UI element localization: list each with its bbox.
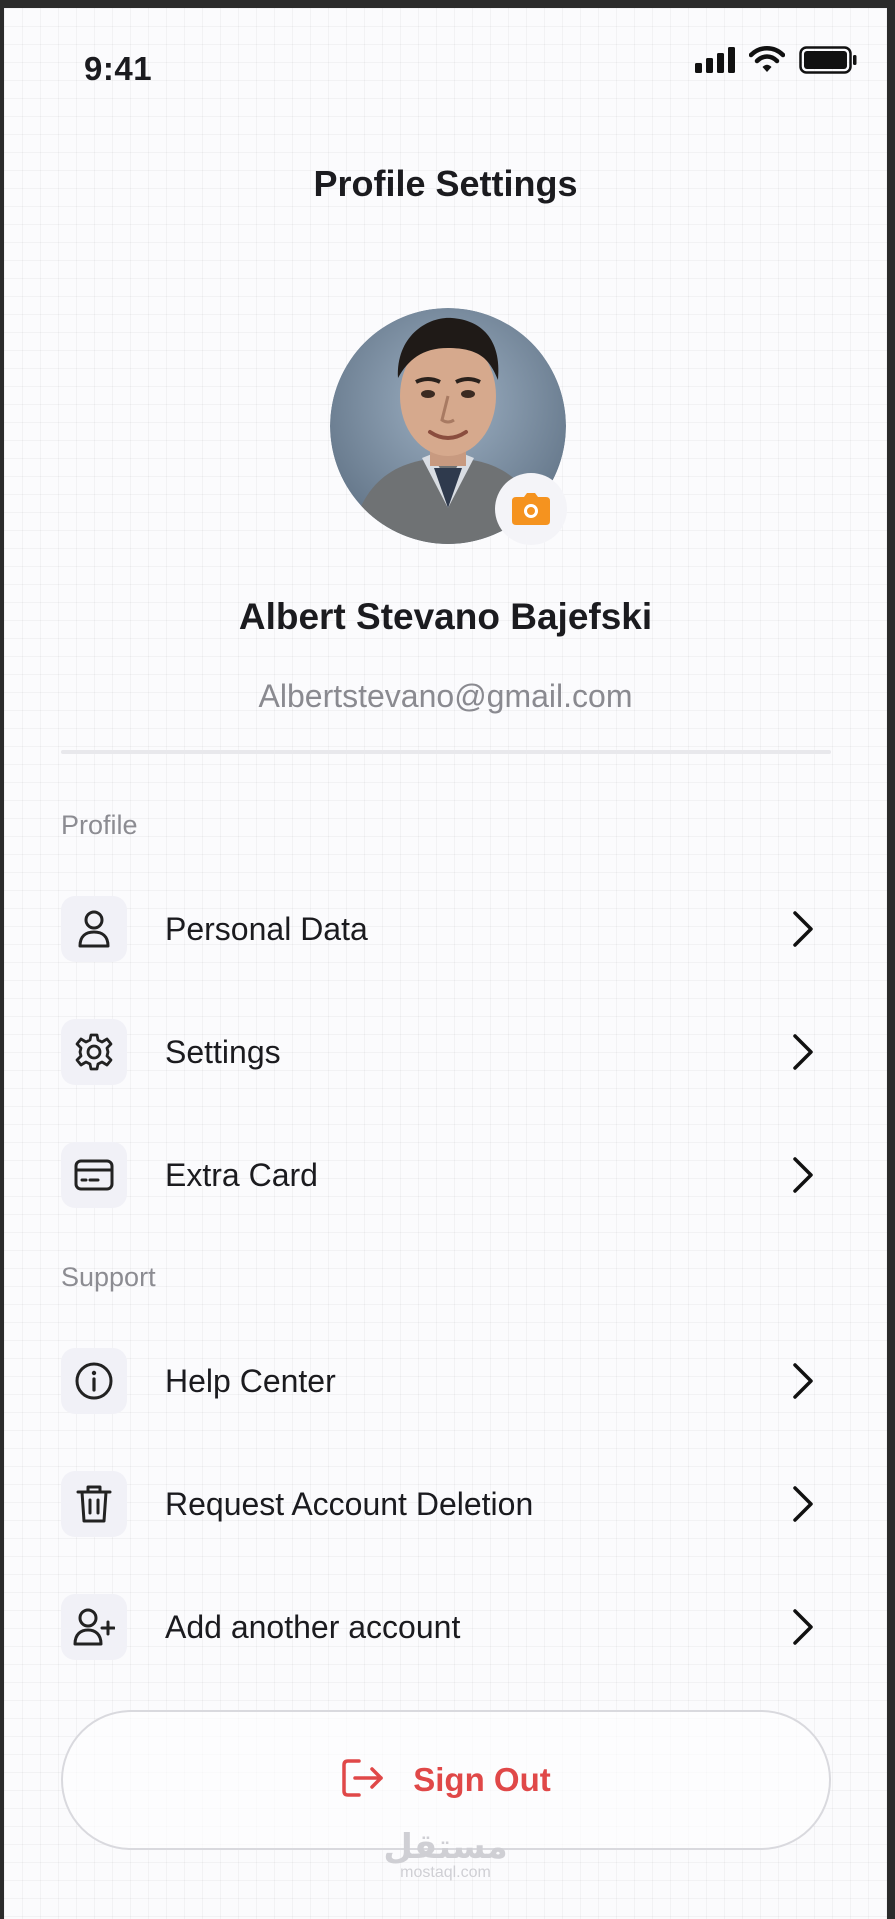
menu-item-help-center[interactable]: Help Center (61, 1348, 831, 1414)
page-title: Profile Settings (313, 163, 578, 204)
divider (61, 750, 831, 754)
menu-label: Request Account Deletion (165, 1485, 534, 1522)
chevron-right-icon (783, 1484, 823, 1524)
menu-item-settings[interactable]: Settings (61, 1019, 831, 1085)
logout-icon (341, 1758, 385, 1803)
chevron-right-icon (783, 1361, 823, 1401)
status-time: 9:41 (84, 50, 153, 87)
card-icon (61, 1142, 127, 1208)
chevron-right-icon (783, 909, 823, 949)
user-icon (61, 896, 127, 962)
signal-icon (695, 47, 735, 78)
trash-icon (61, 1471, 127, 1537)
profile-settings-screen: 9:41 Profile Settings Albert Stevano Baj… (4, 8, 887, 1919)
info-icon (61, 1348, 127, 1414)
menu-label: Help Center (165, 1362, 336, 1399)
user-name: Albert Stevano Bajefski (238, 596, 653, 637)
menu-label: Add another account (165, 1608, 461, 1645)
menu-label: Extra Card (165, 1156, 318, 1193)
chevron-right-icon (783, 1032, 823, 1072)
menu-item-request-account-deletion[interactable]: Request Account Deletion (61, 1471, 831, 1537)
sign-out-button[interactable]: Sign Out (61, 1710, 831, 1850)
watermark-latin: mostaql.com (400, 1864, 491, 1881)
menu-item-extra-card[interactable]: Extra Card (61, 1142, 831, 1208)
camera-button[interactable] (495, 473, 567, 545)
menu-label: Settings (165, 1033, 281, 1070)
section-label-support: Support (61, 1262, 156, 1292)
sign-out-label: Sign Out (413, 1761, 551, 1798)
wifi-icon (748, 46, 786, 79)
menu-label: Personal Data (165, 910, 368, 947)
section-label-profile: Profile (61, 810, 138, 840)
battery-icon (799, 46, 857, 79)
camera-icon (512, 493, 550, 525)
status-icons (695, 46, 857, 79)
gear-icon (61, 1019, 127, 1085)
chevron-right-icon (783, 1607, 823, 1647)
user-plus-icon (61, 1594, 127, 1660)
user-email: Albertstevano@gmail.com (258, 678, 633, 714)
avatar-container (330, 308, 567, 545)
menu-item-add-another-account[interactable]: Add another account (61, 1594, 831, 1660)
chevron-right-icon (783, 1155, 823, 1195)
menu-item-personal-data[interactable]: Personal Data (61, 896, 831, 962)
